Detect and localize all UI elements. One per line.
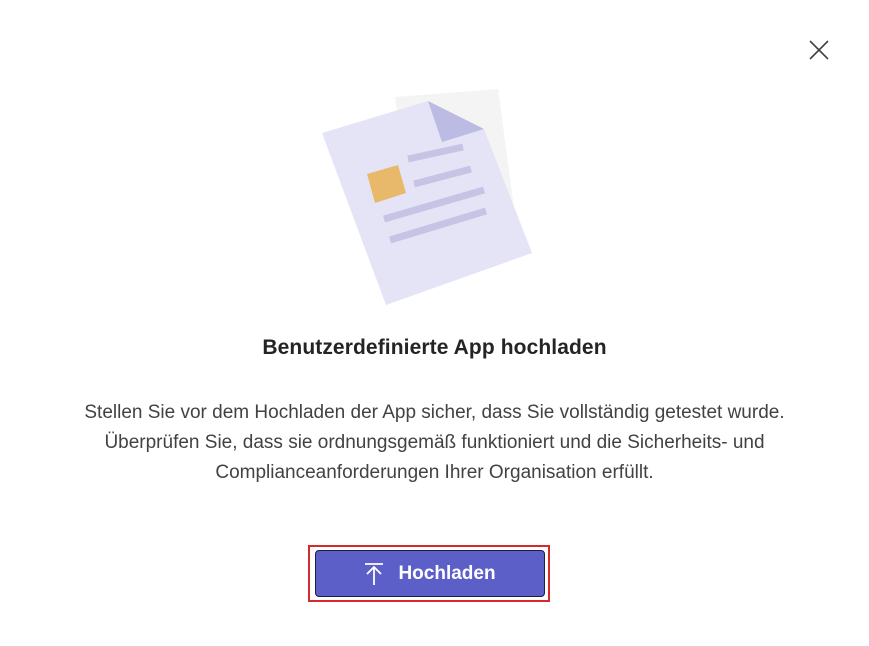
document-illustration — [322, 89, 532, 305]
close-button[interactable] — [803, 34, 835, 66]
dialog-title: Benutzerdefinierte App hochladen — [262, 336, 607, 359]
description-line-1: Stellen Sie vor dem Hochladen der App si… — [84, 402, 785, 423]
dialog-description: Stellen Sie vor dem Hochladen der App si… — [20, 398, 849, 488]
upload-arrow-icon — [364, 562, 384, 586]
description-line-3: Complianceanforderungen Ihrer Organisati… — [215, 462, 654, 483]
description-line-2: Überprüfen Sie, dass sie ordnungsgemäß f… — [104, 432, 765, 453]
upload-custom-app-dialog: Benutzerdefinierte App hochladen Stellen… — [0, 0, 869, 646]
close-icon — [809, 40, 829, 60]
upload-button[interactable]: Hochladen — [315, 550, 545, 597]
upload-button-label: Hochladen — [398, 562, 496, 584]
